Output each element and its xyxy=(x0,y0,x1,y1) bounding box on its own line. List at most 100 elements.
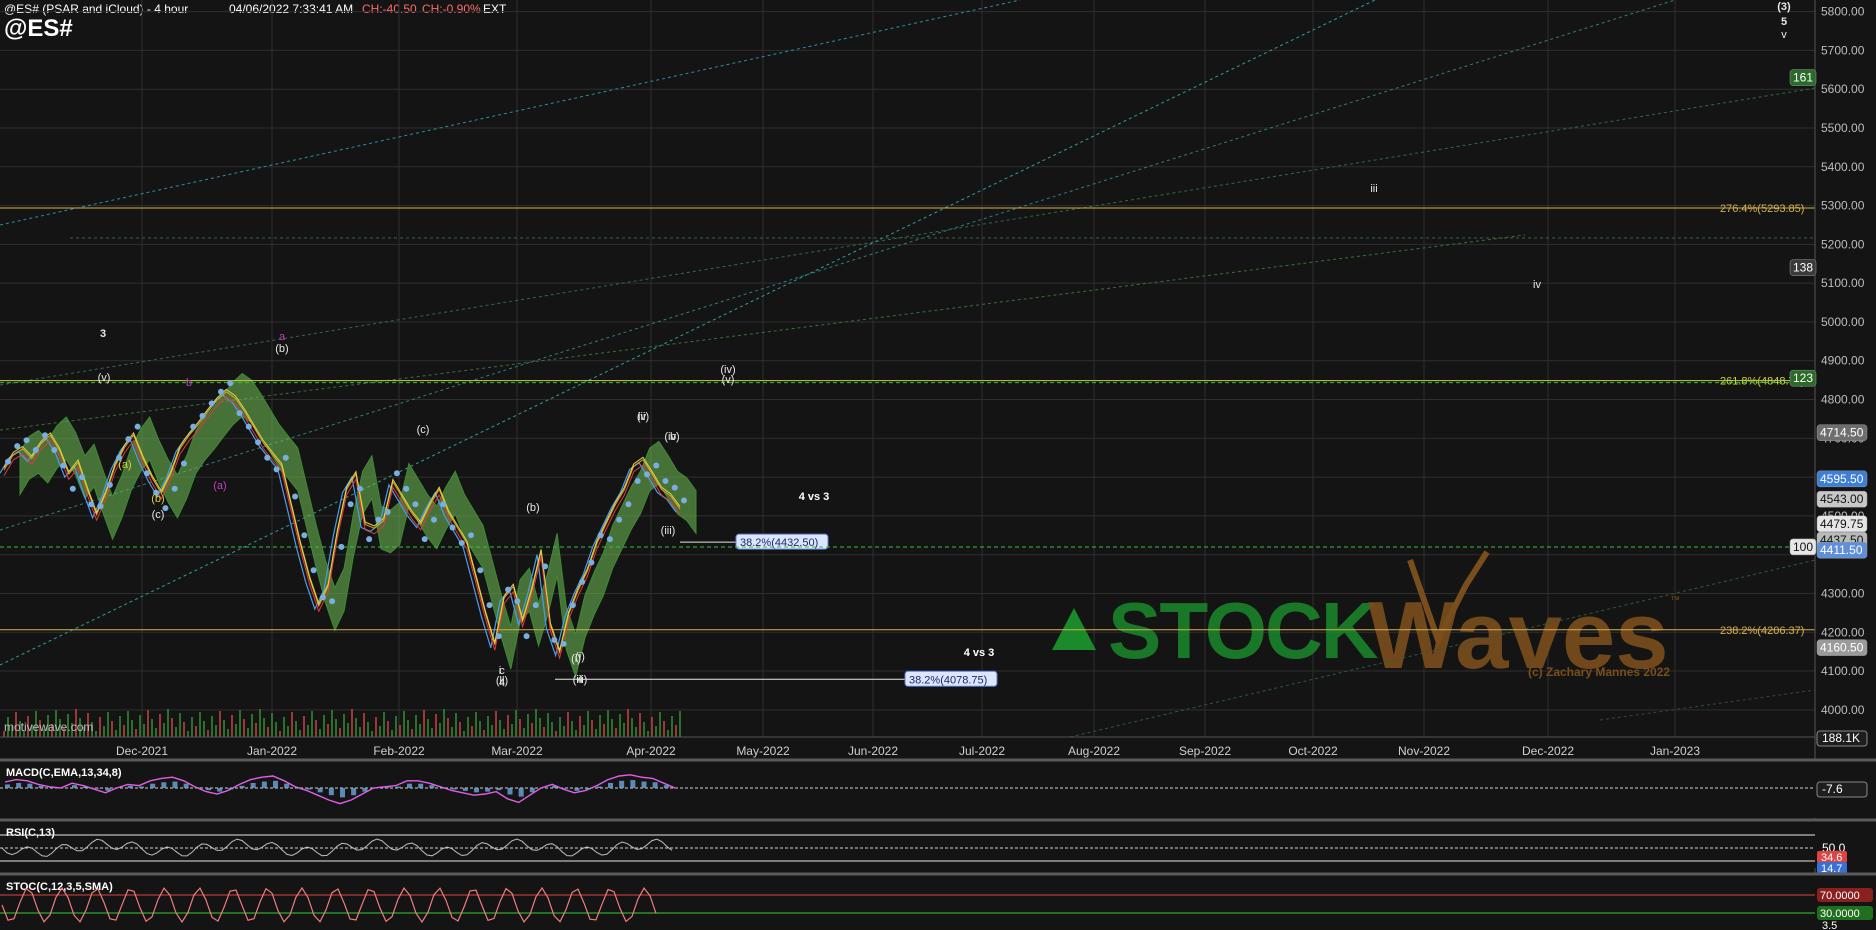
volume-bar xyxy=(351,709,353,737)
volume-bar xyxy=(227,729,229,737)
brand-copyright: (c) Zachary Mannes 2022 xyxy=(1528,665,1670,679)
brand-arrow-green xyxy=(1052,608,1096,650)
volume-bar xyxy=(595,729,597,737)
psar-dot xyxy=(597,532,604,539)
volume-bar xyxy=(499,720,501,737)
psar-dot xyxy=(292,493,299,500)
volume-bar xyxy=(647,731,649,737)
x-tick-label: Dec-2022 xyxy=(1522,744,1574,758)
volume-bar xyxy=(623,723,625,737)
volume-bar xyxy=(599,715,601,737)
stoch-value-label: 3.5 xyxy=(1822,920,1837,930)
volume-bar xyxy=(583,725,585,737)
wave-label: v xyxy=(1781,29,1787,41)
volume-bar xyxy=(267,727,269,737)
psar-dot xyxy=(60,462,67,469)
volume-bar xyxy=(455,713,457,737)
pane-bg xyxy=(0,760,1876,818)
volume-bar xyxy=(495,711,497,737)
volume-bar xyxy=(259,709,261,737)
volume-bar xyxy=(655,726,657,737)
volume-bar xyxy=(283,717,285,737)
volume-bar xyxy=(591,720,593,737)
psar-dot xyxy=(282,454,289,461)
macd-hist-bar xyxy=(451,788,457,790)
volume-bar xyxy=(287,726,289,737)
volume-bar xyxy=(319,729,321,737)
volume-bar xyxy=(527,714,529,737)
x-tick-label: Jul-2022 xyxy=(959,744,1005,758)
volume-bar xyxy=(503,729,505,737)
macd-hist-bar xyxy=(217,788,223,792)
volume-bar xyxy=(207,730,209,737)
volume-bar xyxy=(123,725,125,737)
volume-bar xyxy=(643,722,645,737)
volume-bar xyxy=(335,719,337,737)
volume-bar xyxy=(515,710,517,737)
y-tick-label: 5500.00 xyxy=(1821,121,1865,135)
volume-bar xyxy=(407,720,409,737)
volume-bar xyxy=(471,726,473,737)
volume-bar xyxy=(299,730,301,737)
psar-dot xyxy=(486,602,493,609)
volume-bar xyxy=(475,712,477,737)
wave-label: (v) xyxy=(722,374,735,386)
volume-bar xyxy=(135,729,137,737)
volume-bar xyxy=(575,730,577,737)
chart-canvas[interactable]: STOCKWaves(c) Zachary Mannes 2022™ 276.4… xyxy=(0,0,1876,930)
macd-hist-bar xyxy=(585,788,591,790)
price-box-label: 4160.50 xyxy=(1820,641,1864,655)
psar-dot xyxy=(430,516,437,523)
volume-bar xyxy=(387,721,389,737)
volume-bar xyxy=(511,724,513,737)
volume-bar xyxy=(467,717,469,737)
stockwaves-watermark: STOCKWaves(c) Zachary Mannes 2022™ xyxy=(1052,550,1680,689)
macd-hist-bar xyxy=(619,780,625,788)
trend-line xyxy=(0,0,1376,666)
volume-bar xyxy=(415,715,417,737)
macd-hist-bar xyxy=(652,782,658,788)
x-tick-label: Jan-2023 xyxy=(1650,744,1700,758)
volume-bar xyxy=(355,718,357,737)
psar-dot xyxy=(301,532,308,539)
psar-dot xyxy=(384,509,391,516)
volume-bar xyxy=(635,727,637,737)
psar-dot xyxy=(356,485,363,492)
volume-bar xyxy=(131,720,133,737)
volume-bar xyxy=(571,721,573,737)
volume-bar xyxy=(311,711,313,737)
macd-hist-bar xyxy=(630,780,636,788)
volume-bar xyxy=(315,720,317,737)
wave-label: (b) xyxy=(526,502,539,514)
volume-bar xyxy=(411,729,413,737)
volume-bar xyxy=(391,730,393,737)
psar-dot xyxy=(51,446,58,453)
volume-bar xyxy=(127,711,129,737)
macd-hist-bar xyxy=(362,788,368,792)
volume-bar xyxy=(547,713,549,737)
macd-hist-bar xyxy=(596,786,602,788)
macd-hist-bar xyxy=(340,788,345,798)
pane-title: RSI(C,13) xyxy=(6,827,55,839)
psar-dot xyxy=(79,474,86,481)
volume-bar xyxy=(671,716,673,737)
psar-dot xyxy=(523,633,530,640)
volume-bar xyxy=(247,728,249,737)
wave-label: iv xyxy=(638,411,646,423)
psar-dot xyxy=(264,454,271,461)
volume-bar xyxy=(363,713,365,737)
y-tick-label: 5000.00 xyxy=(1821,315,1865,329)
volume-bar xyxy=(211,716,213,737)
wave-label: 4 vs 3 xyxy=(964,647,995,659)
macd-hist-bar xyxy=(72,785,77,788)
macd-hist-bar xyxy=(261,781,267,788)
volume-bar xyxy=(431,728,433,737)
macd-hist-bar xyxy=(507,788,513,795)
wave-label: (c) xyxy=(152,509,165,521)
macd-hist-bar xyxy=(351,788,357,796)
y-tick-label: 5700.00 xyxy=(1821,43,1865,57)
volume-bar xyxy=(603,724,605,737)
psar-dot xyxy=(273,466,280,473)
volume-bar xyxy=(479,721,481,737)
volume-bar xyxy=(275,722,277,737)
